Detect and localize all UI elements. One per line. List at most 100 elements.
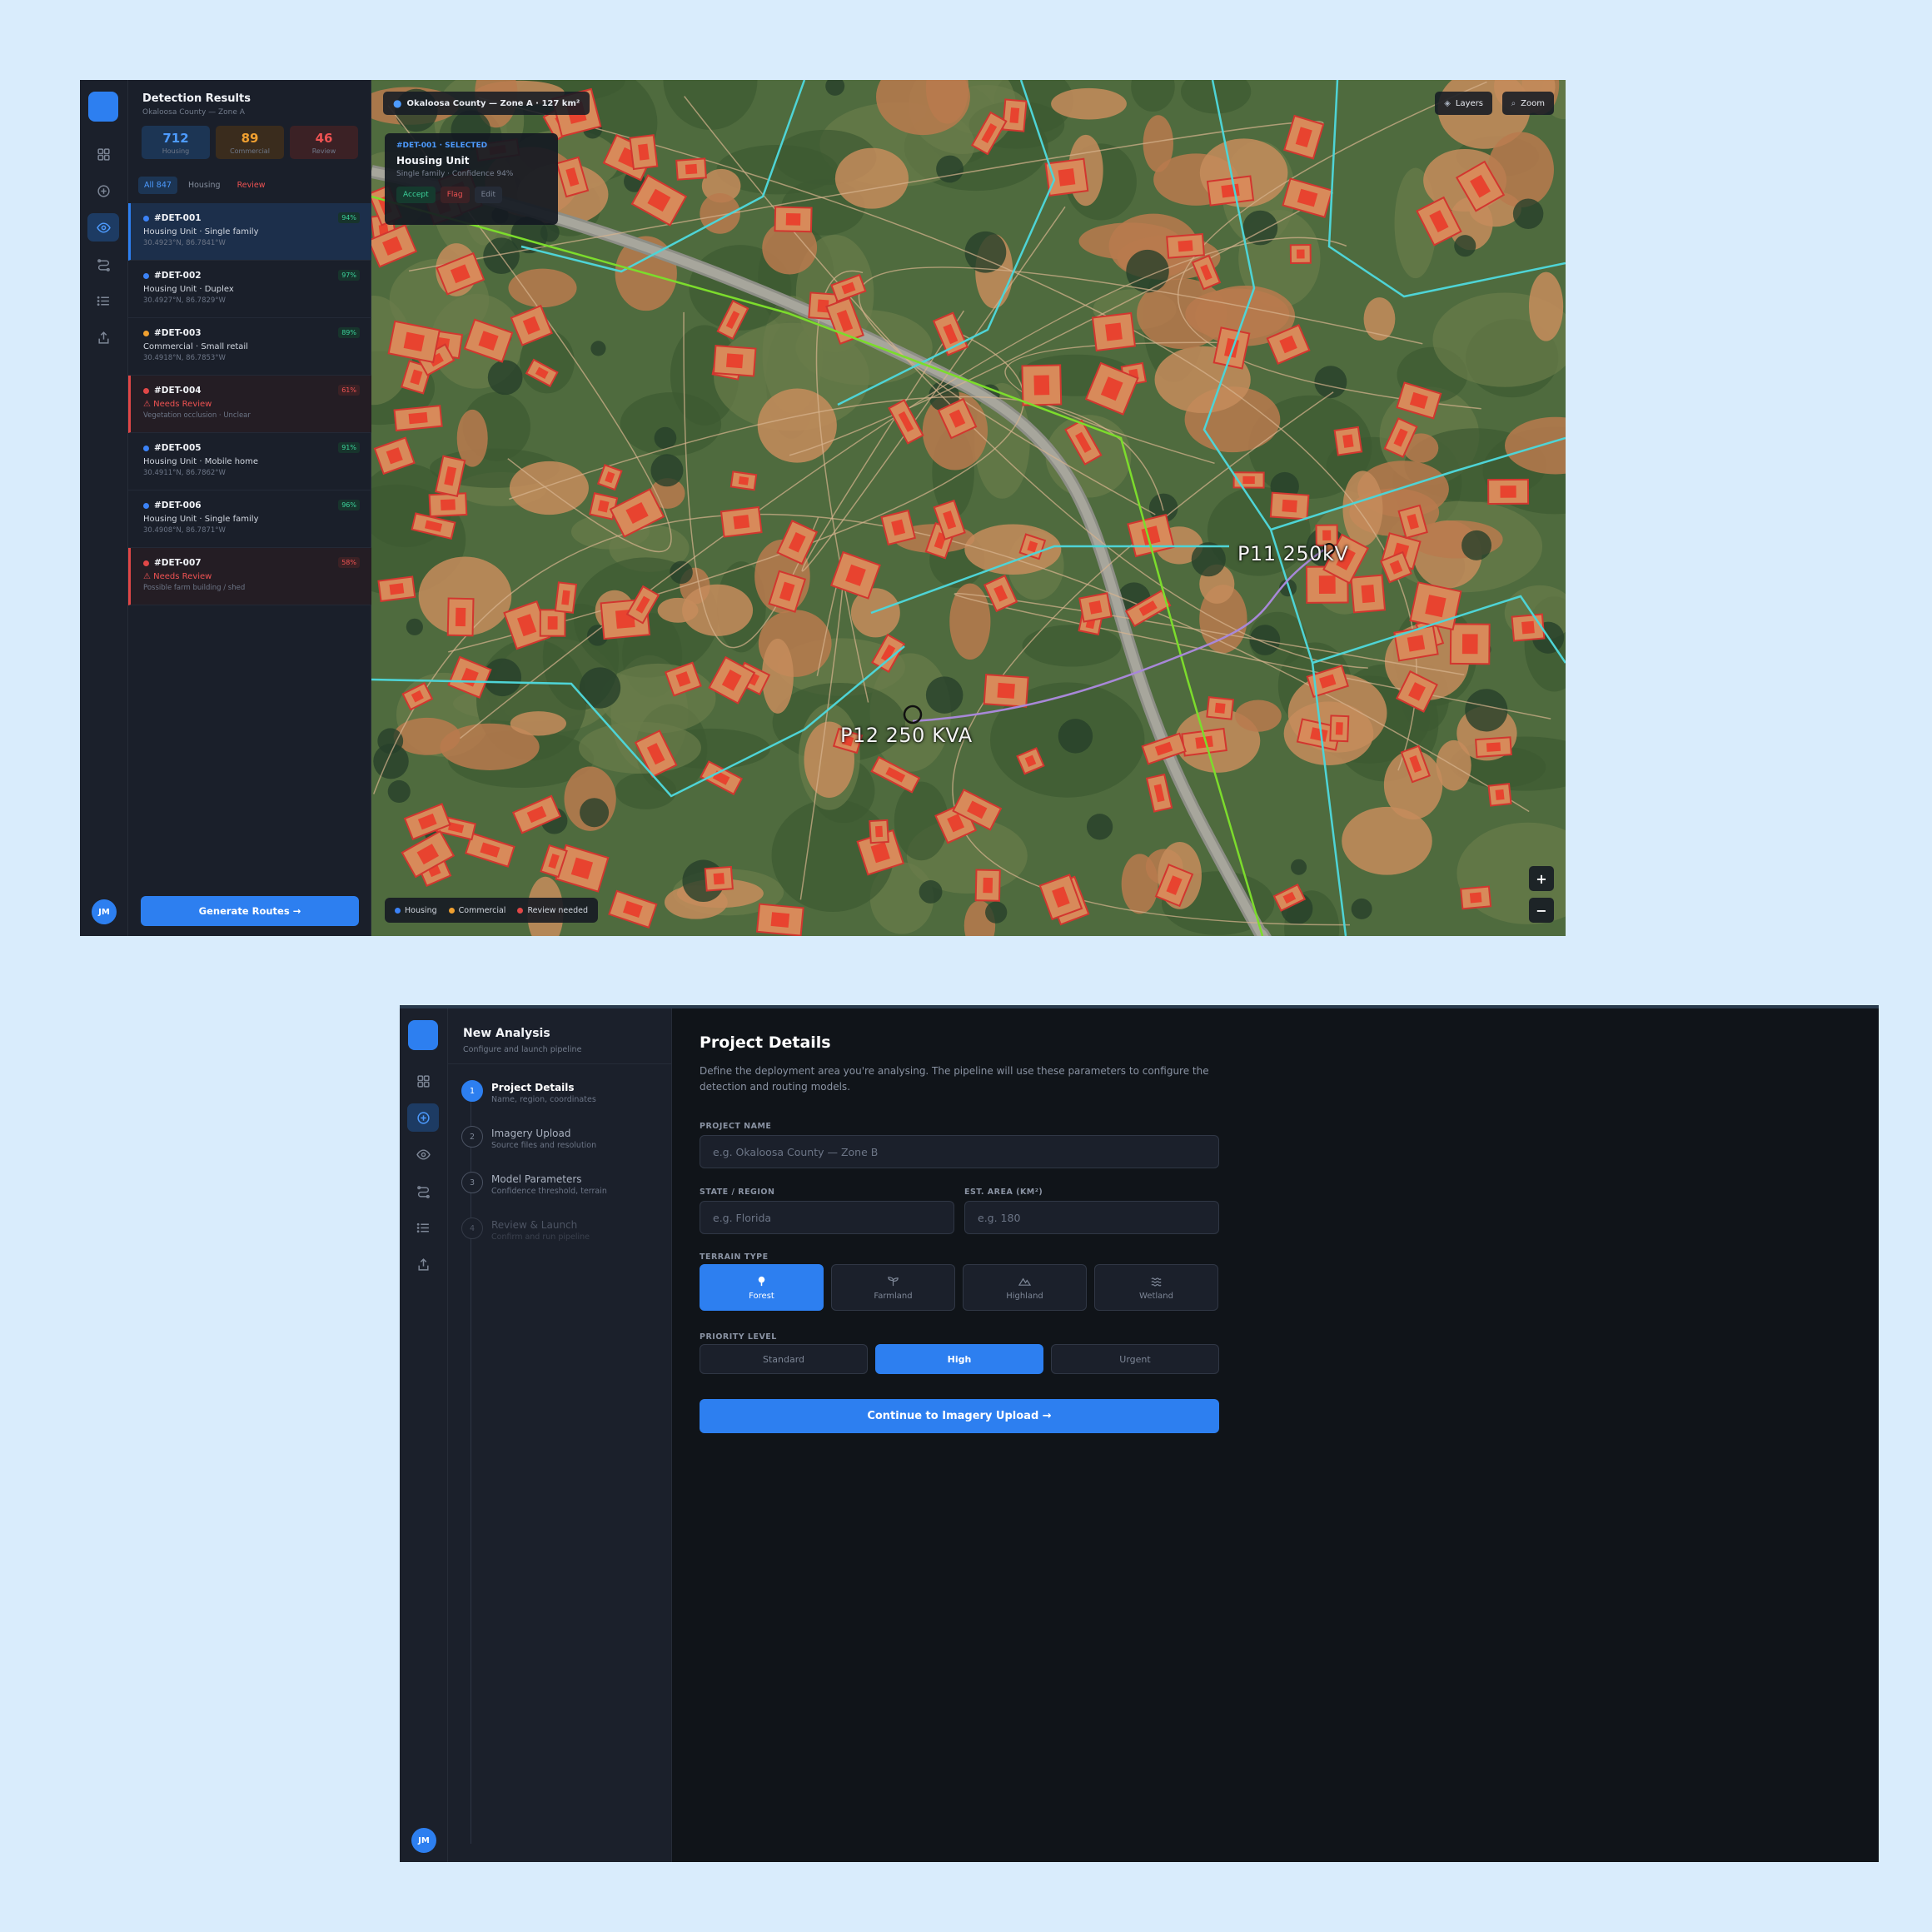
list-icon[interactable] [407,1213,439,1242]
building-detection [554,581,578,614]
detection-item[interactable]: #DET-002 Housing Unit · Duplex 30.4927°N, … [128,261,371,318]
user-avatar[interactable]: JM [411,1828,436,1853]
step-imagery-upload[interactable]: 2 Imagery Upload Source files and resolut… [461,1126,596,1150]
priority-urgent[interactable]: Urgent [1051,1344,1219,1374]
detection-item[interactable]: #DET-005 Housing Unit · Mobile home 30.491… [128,433,371,490]
tab-housing[interactable]: Housing [182,177,227,194]
confidence-badge: 91% [338,442,360,453]
terrain-highland[interactable]: Highland [963,1264,1087,1311]
detection-item[interactable]: #DET-004 ⚠ Needs Review Vegetation occlusi… [128,376,371,433]
stat-housing[interactable]: 712 Housing [142,126,210,159]
detection-item[interactable]: #DET-006 Housing Unit · Single family 30.4… [128,490,371,548]
building-detection [712,344,757,377]
type-dot [143,330,149,336]
export-icon[interactable] [87,323,119,351]
tree-canopy [925,676,964,714]
generate-routes-button[interactable]: Generate Routes → [141,896,359,926]
roof [1361,584,1376,604]
stat-label: Housing [162,147,190,155]
user-avatar[interactable]: JM [92,899,117,924]
dashboard-icon[interactable] [407,1067,439,1095]
bare-soil-patch [456,409,488,467]
edit-button[interactable]: Edit [474,187,503,203]
continue-button[interactable]: Continue to Imagery Upload → [700,1399,1219,1433]
roof [685,163,698,175]
roof [455,607,466,627]
flag-button[interactable]: Flag [440,187,470,203]
state-input[interactable] [700,1201,954,1234]
detection-item[interactable]: #DET-003 Commercial · Small retail 30.4918… [128,318,371,376]
app-logo[interactable] [88,92,118,122]
detection-id-row: #DET-001 [143,213,360,223]
tree-canopy [919,880,943,904]
tree-canopy [650,454,684,487]
export-icon[interactable] [407,1250,439,1278]
area-input[interactable] [964,1201,1219,1234]
layers-button[interactable]: ◈ Layers [1435,92,1492,115]
roof [725,353,744,369]
detection-meta: 30.4908°N, 86.7871°W [143,526,226,535]
project-name-input[interactable] [700,1135,1219,1168]
roof [874,825,884,838]
priority-high[interactable]: High [875,1344,1043,1374]
terrain-farmland[interactable]: Farmland [831,1264,955,1311]
legend-commercial-label: Commercial [458,905,506,915]
tab-review[interactable]: Review [232,177,271,194]
type-dot [143,215,149,222]
roof [1407,635,1426,652]
building-detection [869,819,889,844]
roof [1322,530,1332,540]
detection-meta: Possible farm building / shed [143,584,246,592]
detection-id-row: #DET-004 [143,386,360,396]
new-analysis-icon[interactable] [87,177,119,205]
aerial-map[interactable]: ● Okaloosa County — Zone A · 127 km² ◈ L… [371,80,1566,936]
tab-all[interactable]: All 847 [138,177,177,194]
nav-rail: JM [400,1008,448,1862]
tree-canopy [387,779,411,804]
detection-desc: ⚠ Needs Review [143,400,212,409]
step-sub: Confirm and run pipeline [491,1232,590,1242]
eye-icon[interactable] [87,213,119,242]
stat-commercial[interactable]: 89 Commercial [216,126,284,159]
selection-popup: #DET-001 · SELECTED Housing Unit Single … [385,133,558,225]
tree-canopy [590,341,606,356]
roof [1033,375,1050,396]
step-model-parameters[interactable]: 3 Model Parameters Confidence threshold, … [461,1172,607,1196]
step-sub: Name, region, coordinates [491,1095,596,1104]
list-icon[interactable] [87,286,119,315]
zoom-out-button[interactable]: − [1529,898,1554,923]
new-analysis-icon[interactable] [407,1103,439,1132]
building-detection [1289,243,1312,265]
step-review-launch[interactable]: 4 Review & Launch Confirm and run pipelin… [461,1217,590,1242]
step-project-details[interactable]: 1 Project Details Name, region, coordinat… [461,1080,596,1104]
detection-item[interactable]: #DET-007 ⚠ Needs Review Possible farm buil… [128,548,371,605]
zoom-in-button[interactable]: + [1529,866,1554,891]
detection-item[interactable]: #DET-001 Housing Unit · Single family 30.4… [128,203,371,261]
roof [403,331,425,352]
detection-meta: 30.4923°N, 86.7841°W [143,239,226,247]
roof [1282,499,1297,513]
terrain-wetland-label: Wetland [1139,1291,1173,1301]
zoom-button[interactable]: ⌕ Zoom [1501,92,1554,115]
eye-icon[interactable] [407,1140,439,1168]
legend-housing: Housing [395,906,437,915]
roof [1178,240,1193,252]
accept-button[interactable]: Accept [396,187,436,203]
detection-id-row: #DET-005 [143,443,360,453]
terrain-wetland[interactable]: Wetland [1094,1264,1218,1311]
building-detection [983,674,1029,708]
terrain-forest[interactable]: Forest [700,1264,824,1311]
roof [1221,183,1240,198]
type-dot [143,502,149,509]
detection-meta: 30.4911°N, 86.7862°W [143,469,226,477]
location-chip[interactable]: ● Okaloosa County — Zone A · 127 km² [383,92,590,115]
routes-icon[interactable] [407,1177,439,1205]
roof [1495,789,1505,800]
priority-standard[interactable]: Standard [700,1344,868,1374]
app-logo[interactable] [408,1020,438,1050]
routes-icon[interactable] [87,250,119,278]
detection-id-row: #DET-006 [143,500,360,510]
dashboard-icon[interactable] [87,140,119,168]
stat-review[interactable]: 46 Review [290,126,358,159]
building-detection [1021,364,1063,406]
